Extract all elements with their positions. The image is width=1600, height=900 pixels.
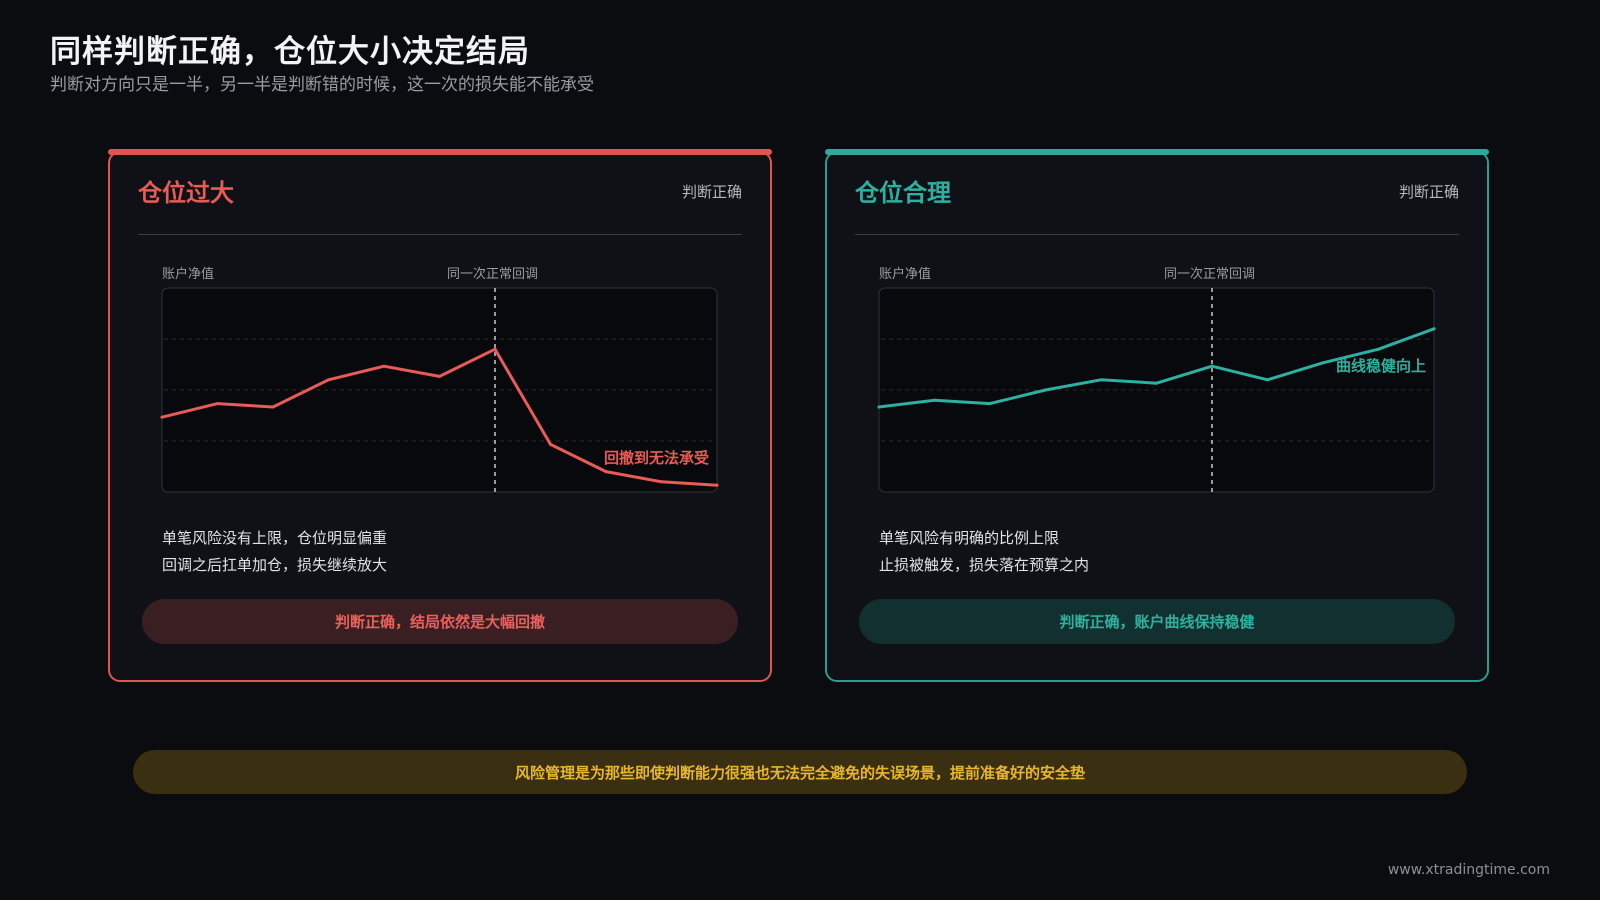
desc-line: 回调之后扛单加仓，损失继续放大 — [162, 556, 388, 574]
chart-data-point — [604, 470, 608, 474]
card-reasonable-position: 仓位合理 判断正确 账户净值 同一次正常回调 曲线稳健向上 单笔风险有明确的比例… — [825, 149, 1489, 682]
card-title: 仓位合理 — [855, 179, 951, 207]
chart-data-point — [1099, 378, 1103, 382]
chart-data-point — [1155, 381, 1158, 385]
card-top-accent-bar — [108, 149, 772, 155]
desc-line: 单笔风险没有上限，仓位明显偏重 — [162, 529, 388, 547]
chart-data-point — [1210, 364, 1214, 368]
card-description: 单笔风险有明确的比例上限 止损被触发，损失落在预算之内 — [879, 525, 1089, 579]
page-subtitle: 判断对方向只是一半，另一半是判断错的时候，这一次的损失能不能承受 — [50, 75, 594, 95]
card-tag: 判断正确 — [1398, 183, 1459, 201]
desc-line: 止损被触发，损失落在预算之内 — [879, 556, 1090, 574]
chart-data-point — [160, 415, 164, 419]
card-oversized-position: 仓位过大 判断正确 账户净值 同一次正常回调 回撤到无法承受 单笔风险没有上限，… — [108, 149, 772, 682]
card-divider — [138, 234, 742, 235]
chart-annotation: 回撤到无法承受 — [604, 449, 709, 467]
chart-data-point — [1266, 378, 1269, 382]
chart-annotation: 曲线稳健向上 — [1336, 357, 1426, 375]
chart-data-point — [1044, 388, 1047, 392]
desc-line: 单笔风险有明确的比例上限 — [879, 529, 1060, 547]
risk-management-banner: 风险管理是为那些即使判断能力很强也无法完全避免的失误场景，提前准备好的安全垫 — [133, 750, 1467, 794]
chart-data-point — [1432, 327, 1436, 331]
verdict-pill: 判断正确，账户曲线保持稳健 — [859, 599, 1455, 644]
equity-chart-left: 账户净值 同一次正常回调 回撤到无法承受 — [138, 263, 728, 503]
chart-data-point — [715, 483, 719, 487]
verdict-pill: 判断正确，结局依然是大幅回撤 — [142, 599, 738, 644]
equity-chart-right-svg: 曲线稳健向上 — [877, 287, 1436, 493]
chart-data-point — [549, 442, 552, 446]
card-top-accent-bar — [825, 149, 1489, 155]
chart-data-point — [933, 398, 936, 402]
chart-data-point — [327, 378, 330, 382]
equity-chart-right: 账户净值 同一次正常回调 曲线稳健向上 — [855, 263, 1445, 503]
card-title: 仓位过大 — [138, 179, 234, 207]
card-description: 单笔风险没有上限，仓位明显偏重 回调之后扛单加仓，损失继续放大 — [162, 525, 387, 579]
chart-data-point — [438, 374, 441, 378]
card-tag: 判断正确 — [681, 183, 742, 201]
chart-data-point — [216, 402, 219, 406]
equity-chart-left-svg: 回撤到无法承受 — [160, 287, 719, 493]
site-url: www.xtradingtime.com — [1387, 862, 1550, 878]
card-divider — [855, 234, 1459, 235]
chart-data-point — [271, 405, 275, 409]
chart-data-point — [877, 405, 881, 409]
chart-data-point — [382, 364, 386, 368]
chart-data-point — [1321, 361, 1325, 365]
chart-data-point — [988, 402, 992, 406]
page-title: 同样判断正确，仓位大小决定结局 — [50, 34, 530, 70]
chart-data-point — [1377, 347, 1380, 351]
chart-data-point — [493, 347, 497, 351]
chart-data-point — [660, 480, 663, 484]
